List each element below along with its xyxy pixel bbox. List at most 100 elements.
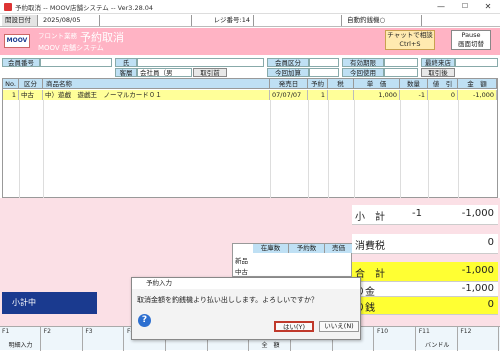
close-button[interactable]: ✕: [477, 0, 499, 13]
tax-value: 0: [487, 237, 494, 248]
dialog-title: 予約入力: [132, 278, 360, 289]
auto-change-status: 自動釣銭機○: [344, 15, 422, 26]
grid-line: [270, 100, 271, 198]
grid-line: [428, 100, 429, 198]
fkey-f11[interactable]: F11 バンドル: [417, 327, 458, 351]
window-title: 予約取消 -- MOOV店舗システム -- Ver3.28.04: [15, 4, 154, 12]
yes-button[interactable]: はい(Y): [274, 321, 314, 332]
fkey-label: 全 額: [261, 342, 280, 349]
cell-discount: 0: [428, 90, 458, 100]
fkey-f2[interactable]: F2: [42, 327, 83, 351]
fkey-number: F1: [2, 328, 10, 335]
change-row: り銭 0: [352, 297, 498, 315]
points-use-label: 今回使用: [342, 68, 384, 77]
col-header-name: 商品名称: [43, 79, 270, 89]
title-bar: 予約取消 -- MOOV店舗システム -- Ver3.28.04 — ☐ ✕: [0, 0, 500, 14]
chat-label: チャットで相談: [387, 31, 433, 39]
member-class-label: 会員区分: [267, 58, 309, 67]
cell-tax: [328, 90, 354, 100]
chat-shortcut: Ctrl+S: [399, 40, 421, 48]
col-header-qty: 数量: [400, 79, 428, 89]
pause-screen-switch-button[interactable]: Pause 画面切替: [451, 30, 491, 50]
cell-amount: -1,000: [458, 90, 497, 100]
name-field[interactable]: [137, 58, 264, 67]
confirm-dialog: 予約入力 取消金額を釣銭機より払い出しします。よろしいですか？ ? はい(Y) …: [131, 277, 361, 340]
maximize-button[interactable]: ☐: [454, 0, 476, 13]
stock-table: 在庫数 予約数 売価 新品 中古: [232, 243, 352, 277]
fkey-label: 明細入力: [8, 342, 33, 349]
points-add-label: 今回加算: [267, 68, 309, 77]
front-label: フロント業務: [38, 32, 77, 40]
item-grid: No. 区分 商品名称 発売日 予約 税 単 価 数量 値 引 金 額 1 中古…: [2, 78, 498, 198]
screen-switch-label: 画面切替: [458, 40, 484, 48]
cell-name: 中）遊戯 遊戯王 ノーマルカード０１: [43, 90, 270, 100]
customer-type-label: 客層: [115, 68, 137, 77]
expiry-label: 有効期限: [342, 58, 384, 67]
reserve-header: 予約数: [289, 244, 325, 253]
name-label: 氏 名: [115, 58, 137, 76]
change-value: 0: [487, 299, 494, 310]
fkey-number: F10: [377, 328, 389, 335]
member-number-label: 会員番号: [2, 58, 40, 67]
tax-row: 消費税 0: [352, 234, 498, 254]
stock-row-used: 中古: [235, 268, 248, 276]
pre-transaction-button[interactable]: 取引前: [193, 68, 227, 77]
total-value: -1,000: [461, 265, 494, 276]
no-button[interactable]: いいえ(N): [319, 321, 359, 332]
cell-class: 中古: [19, 90, 43, 100]
post-transaction-button[interactable]: 取引後: [421, 68, 455, 77]
grid-line: [354, 100, 355, 198]
tax-label: 消費税: [355, 241, 385, 252]
points-use-field: [384, 68, 418, 77]
subtotal-row: 小 計 -1 -1,000: [352, 205, 498, 225]
grid-line: [43, 100, 44, 198]
points-add-field: [309, 68, 339, 77]
col-header-release: 発売日: [270, 79, 308, 89]
fkey-f12[interactable]: F12: [458, 327, 500, 351]
stock-row-new: 新品: [235, 257, 248, 265]
fkey-f3[interactable]: F3: [83, 327, 125, 351]
register-number: レジ番号:14: [194, 15, 254, 26]
pause-label: Pause: [461, 31, 481, 39]
app-icon: [4, 3, 12, 11]
col-header-tax: 税: [328, 79, 354, 89]
grid-line: [458, 100, 459, 198]
col-header-price: 単 価: [354, 79, 400, 89]
system-name: MOOV 店舗システム: [38, 44, 104, 52]
stock-header: 在庫数: [253, 244, 289, 253]
empty-cell: [256, 15, 342, 26]
cell-qty: -1: [400, 90, 428, 100]
grid-line: [19, 100, 20, 198]
dialog-message: 取消金額を釣銭機より払い出しします。よろしいですか？: [137, 296, 318, 304]
chat-support-button[interactable]: チャットで相談 Ctrl+S: [385, 30, 435, 50]
fkey-number: F2: [43, 328, 51, 335]
cell-reserve: 1: [308, 90, 328, 100]
member-number-field[interactable]: [40, 58, 112, 67]
minimize-button[interactable]: —: [430, 0, 452, 13]
price-header: 売価: [325, 244, 352, 253]
col-header-amount: 金 額: [458, 79, 497, 89]
app-window: 予約取消 -- MOOV店舗システム -- Ver3.28.04 — ☐ ✕ 開…: [0, 0, 500, 351]
subtotal-status: 小計中: [2, 292, 97, 314]
fkey-f1[interactable]: F1 明細入力: [0, 327, 41, 351]
col-header-reserve: 予約: [308, 79, 328, 89]
cell-release: 07/07/07: [270, 90, 308, 100]
grid-line: [308, 100, 309, 198]
status-bar: 開設日付 2025/08/05 レジ番号:14 自動釣銭機○: [0, 14, 500, 27]
fkey-f10[interactable]: F10: [375, 327, 417, 351]
cell-price: 1,000: [354, 90, 400, 100]
fkey-number: F11: [418, 328, 430, 335]
col-header-no: No.: [3, 79, 19, 89]
grid-line: [400, 100, 401, 198]
cell-no: 1: [3, 90, 19, 100]
subtotal-label: 小 計: [355, 212, 385, 223]
subtotal-value: -1,000: [461, 208, 494, 219]
question-icon: ?: [138, 314, 151, 327]
customer-type-field[interactable]: 会社員（男: [137, 68, 192, 77]
col-header-class: 区分: [19, 79, 43, 89]
empty-cell: [102, 15, 192, 26]
fkey-number: F12: [460, 328, 472, 335]
col-header-discount: 値 引: [428, 79, 458, 89]
total-row: 合 計 -1,000: [352, 262, 498, 282]
deposit-value: -1,000: [461, 283, 494, 294]
